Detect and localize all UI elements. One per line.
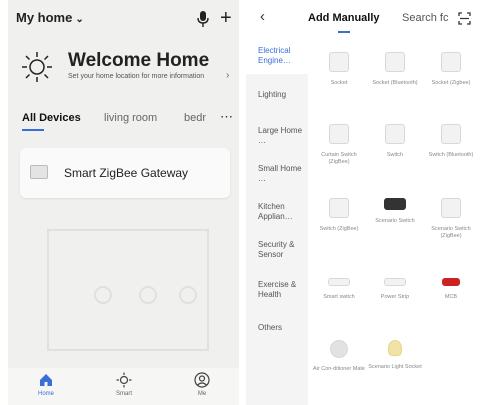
device-label: Socket (Bluetooth) bbox=[372, 80, 418, 86]
home-topbar: My home ⌄ + bbox=[8, 6, 239, 32]
more-icon[interactable]: ⋯ bbox=[220, 109, 233, 125]
category-others[interactable]: Others bbox=[258, 323, 306, 333]
switch-icon bbox=[441, 124, 461, 144]
category-large-home[interactable]: Large Home … bbox=[258, 126, 306, 146]
tab-bedroom[interactable]: bedr bbox=[184, 112, 206, 124]
air-conditioner-icon bbox=[330, 340, 348, 358]
tab-add-manually[interactable]: Add Manually bbox=[308, 12, 380, 24]
tab-search[interactable]: Search fc bbox=[402, 12, 448, 24]
scan-icon[interactable] bbox=[458, 12, 471, 25]
device-card[interactable]: Smart ZigBee Gateway bbox=[20, 148, 230, 198]
device-socket[interactable]: Socket bbox=[312, 52, 366, 87]
category-lighting[interactable]: Lighting bbox=[258, 90, 306, 100]
nav-me[interactable]: Me bbox=[172, 372, 232, 397]
me-icon bbox=[194, 372, 210, 388]
scenario-switch-icon bbox=[384, 198, 406, 210]
device-label: Socket (Zigbee) bbox=[431, 80, 471, 86]
welcome-title: Welcome Home bbox=[68, 50, 210, 71]
device-label: Curtain Switch (ZigBee) bbox=[321, 152, 357, 165]
nav-smart-label: Smart bbox=[115, 391, 132, 397]
chevron-down-icon: ⌄ bbox=[75, 14, 84, 25]
device-air-conditioner-mate[interactable]: Air Con-ditioner Mate bbox=[312, 340, 366, 373]
device-scenario-light-socket[interactable]: Scenario Light Socket bbox=[368, 340, 422, 371]
category-security[interactable]: Security & Sensor bbox=[258, 240, 306, 260]
device-name: Smart ZigBee Gateway bbox=[64, 166, 189, 180]
socket-icon bbox=[441, 52, 461, 72]
device-mcb[interactable]: MCB bbox=[424, 278, 478, 301]
smart-icon bbox=[116, 372, 132, 388]
room-tabs: All Devices living room bedr ⋯ bbox=[8, 109, 239, 136]
device-switch-zigbee[interactable]: Switch (ZigBee) bbox=[312, 198, 366, 233]
home-screen: My home ⌄ + Welcome Home Set your home l… bbox=[8, 0, 239, 405]
device-label: Switch (Bluetooth) bbox=[428, 152, 474, 158]
category-kitchen[interactable]: Kitchen Applian… bbox=[258, 202, 306, 222]
nav-smart[interactable]: Smart bbox=[94, 372, 154, 397]
smart-switch-icon bbox=[328, 278, 350, 286]
nav-me-label: Me bbox=[197, 391, 207, 397]
device-label: Socket bbox=[330, 80, 348, 86]
tab-all-devices[interactable]: All Devices bbox=[22, 112, 81, 124]
device-label: Scenario Switch bbox=[375, 218, 415, 224]
device-switch-bluetooth[interactable]: Switch (Bluetooth) bbox=[424, 124, 478, 159]
home-selector[interactable]: My home ⌄ bbox=[16, 10, 84, 25]
bottom-nav: Home Smart Me bbox=[8, 368, 239, 405]
switch-icon bbox=[329, 198, 349, 218]
active-tab-underline bbox=[338, 31, 350, 33]
device-label: Air Con-ditioner Mate bbox=[313, 366, 365, 372]
chevron-right-icon: › bbox=[226, 70, 230, 81]
device-label: Switch (ZigBee) bbox=[319, 226, 359, 232]
device-label: MCB bbox=[444, 294, 458, 300]
plus-icon[interactable]: + bbox=[220, 6, 232, 30]
gateway-icon bbox=[30, 165, 48, 179]
light-bulb-icon bbox=[388, 340, 402, 356]
nav-home[interactable]: Home bbox=[16, 372, 76, 397]
screenshot: My home ⌄ + Welcome Home Set your home l… bbox=[0, 0, 481, 405]
active-tab-underline bbox=[22, 129, 44, 131]
device-label: Switch bbox=[386, 152, 404, 158]
home-icon bbox=[40, 374, 52, 386]
category-list: Electrical Engine… Lighting Large Home …… bbox=[246, 38, 308, 405]
sun-icon bbox=[22, 52, 52, 82]
socket-icon bbox=[385, 52, 405, 72]
category-small-home[interactable]: Small Home … bbox=[258, 164, 306, 184]
category-exercise[interactable]: Exercise & Health bbox=[258, 280, 306, 300]
category-electrical[interactable]: Electrical Engine… bbox=[258, 46, 306, 66]
curtain-switch-icon bbox=[329, 124, 349, 144]
back-icon[interactable]: ‹ bbox=[260, 8, 265, 25]
device-socket-zigbee[interactable]: Socket (Zigbee) bbox=[424, 52, 478, 87]
socket-icon bbox=[329, 52, 349, 72]
device-switch[interactable]: Switch bbox=[368, 124, 422, 159]
device-label: Scenario Switch (ZigBee) bbox=[431, 226, 471, 239]
scenario-switch-icon bbox=[441, 198, 461, 218]
welcome-subtitle: Set your home location for more informat… bbox=[68, 73, 205, 80]
home-title: My home bbox=[16, 10, 73, 25]
device-power-strip[interactable]: Power Strip bbox=[368, 278, 422, 301]
device-smart-switch[interactable]: Smart switch bbox=[312, 278, 366, 301]
nav-home-label: Home bbox=[37, 391, 54, 397]
add-device-screen: ‹ Add Manually Search fc Electrical Engi… bbox=[246, 0, 478, 405]
device-curtain-switch[interactable]: Curtain Switch (ZigBee) bbox=[312, 124, 366, 166]
power-strip-icon bbox=[384, 278, 406, 286]
device-label: Scenario Light Socket bbox=[368, 364, 422, 370]
device-label: Smart switch bbox=[323, 294, 355, 300]
microphone-icon[interactable] bbox=[196, 10, 210, 28]
tab-living-room[interactable]: living room bbox=[104, 112, 157, 124]
add-device-topbar: ‹ Add Manually Search fc bbox=[246, 8, 478, 34]
device-scenario-switch[interactable]: Scenario Switch bbox=[368, 198, 422, 225]
welcome-banner[interactable]: Welcome Home Set your home location for … bbox=[8, 44, 239, 104]
mcb-icon bbox=[442, 278, 460, 286]
device-socket-bluetooth[interactable]: Socket (Bluetooth) bbox=[368, 52, 422, 87]
switch-icon bbox=[385, 124, 405, 144]
device-scenario-switch-zigbee[interactable]: Scenario Switch (ZigBee) bbox=[424, 198, 478, 240]
device-label: Power Strip bbox=[380, 294, 410, 300]
